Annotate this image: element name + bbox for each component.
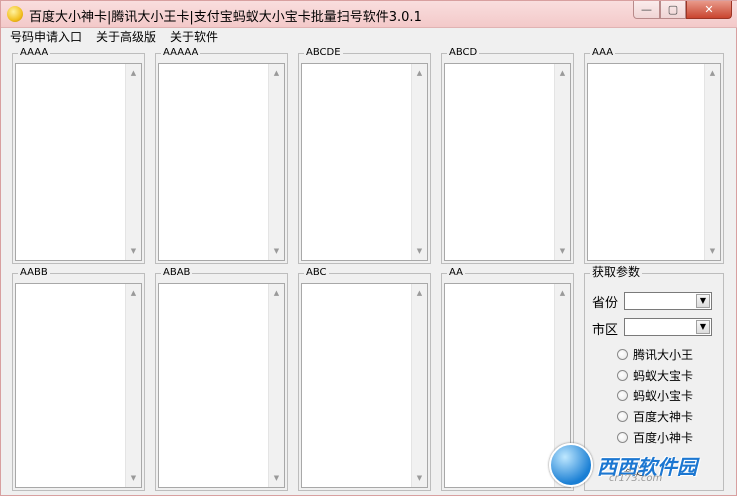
group-abcd: ABCD ▲ ▼ bbox=[441, 47, 574, 264]
watermark-logo-icon bbox=[549, 443, 593, 487]
menu-apply-number[interactable]: 号码申请入口 bbox=[3, 28, 89, 47]
group-label: ABCD bbox=[447, 47, 480, 59]
params-title: 获取参数 bbox=[590, 265, 643, 279]
group-aabb: AABB ▲ ▼ bbox=[12, 267, 145, 491]
group-label: ABAB bbox=[161, 267, 193, 279]
group-label: ABC bbox=[304, 267, 329, 279]
group-aaaa: AAAA ▲ ▼ bbox=[12, 47, 145, 264]
result-listbox[interactable]: ▲ ▼ bbox=[158, 283, 285, 488]
group-label: AAA bbox=[590, 47, 616, 59]
result-listbox[interactable]: ▲ ▼ bbox=[15, 283, 142, 488]
vertical-scrollbar[interactable]: ▲ ▼ bbox=[411, 64, 427, 260]
result-listbox[interactable]: ▲ ▼ bbox=[444, 63, 571, 261]
scroll-up-icon[interactable]: ▲ bbox=[269, 66, 284, 80]
radio-circle-icon[interactable] bbox=[617, 389, 628, 401]
vertical-scrollbar[interactable]: ▲ ▼ bbox=[125, 284, 141, 487]
chevron-down-icon[interactable]: ▼ bbox=[696, 294, 710, 308]
radio-circle-icon[interactable] bbox=[617, 431, 628, 443]
minimize-button[interactable]: — bbox=[633, 1, 660, 19]
window-controls: — ▢ ✕ bbox=[633, 1, 732, 21]
radio-label: 蚂蚁小宝卡 bbox=[633, 388, 694, 403]
radio-ant-small[interactable]: 蚂蚁小宝卡 bbox=[617, 387, 693, 403]
province-label: 省份 bbox=[592, 296, 619, 311]
scroll-down-icon[interactable]: ▼ bbox=[412, 244, 427, 258]
window-title: 百度大小神卡|腾讯大小王卡|支付宝蚂蚁大小宝卡批量扫号软件3.0.1 bbox=[29, 10, 422, 25]
scroll-up-icon[interactable]: ▲ bbox=[126, 286, 141, 300]
city-label: 市区 bbox=[592, 323, 619, 338]
vertical-scrollbar[interactable]: ▲ ▼ bbox=[554, 64, 570, 260]
vertical-scrollbar[interactable]: ▲ ▼ bbox=[125, 64, 141, 260]
close-button[interactable]: ✕ bbox=[686, 1, 732, 19]
radio-ant-big[interactable]: 蚂蚁大宝卡 bbox=[617, 367, 693, 383]
vertical-scrollbar[interactable]: ▲ ▼ bbox=[268, 284, 284, 487]
scroll-up-icon[interactable]: ▲ bbox=[412, 66, 427, 80]
menu-about-software[interactable]: 关于软件 bbox=[163, 28, 225, 47]
group-abcde: ABCDE ▲ ▼ bbox=[298, 47, 431, 264]
group-label: AAAA bbox=[18, 47, 51, 59]
city-select[interactable]: ▼ bbox=[624, 318, 712, 336]
vertical-scrollbar[interactable]: ▲ ▼ bbox=[704, 64, 720, 260]
chevron-down-icon[interactable]: ▼ bbox=[696, 320, 710, 334]
group-label: AABB bbox=[18, 267, 50, 279]
app-window: 百度大小神卡|腾讯大小王卡|支付宝蚂蚁大小宝卡批量扫号软件3.0.1 — ▢ ✕… bbox=[0, 0, 737, 496]
menu-bar: 号码申请入口 关于高级版 关于软件 bbox=[3, 28, 734, 47]
scroll-up-icon[interactable]: ▲ bbox=[705, 66, 720, 80]
scroll-down-icon[interactable]: ▼ bbox=[412, 471, 427, 485]
watermark-url: cr173.com bbox=[609, 473, 663, 484]
watermark: 西西软件园 cr173.com bbox=[549, 443, 719, 487]
radio-circle-icon[interactable] bbox=[617, 410, 628, 422]
scroll-down-icon[interactable]: ▼ bbox=[269, 244, 284, 258]
group-label: AAAAA bbox=[161, 47, 201, 59]
scroll-down-icon[interactable]: ▼ bbox=[705, 244, 720, 258]
maximize-button[interactable]: ▢ bbox=[660, 1, 686, 19]
scroll-up-icon[interactable]: ▲ bbox=[555, 286, 570, 300]
scroll-down-icon[interactable]: ▼ bbox=[126, 244, 141, 258]
result-listbox[interactable]: ▲ ▼ bbox=[15, 63, 142, 261]
radio-label: 蚂蚁大宝卡 bbox=[633, 368, 694, 383]
radio-circle-icon[interactable] bbox=[617, 348, 628, 360]
scroll-up-icon[interactable]: ▲ bbox=[269, 286, 284, 300]
group-aaa: AAA ▲ ▼ bbox=[584, 47, 724, 264]
result-listbox[interactable]: ▲ ▼ bbox=[301, 63, 428, 261]
radio-baidu-big[interactable]: 百度大神卡 bbox=[617, 408, 693, 424]
radio-label: 百度大神卡 bbox=[633, 409, 694, 424]
app-icon bbox=[7, 6, 23, 22]
group-label: AA bbox=[447, 267, 465, 279]
result-listbox[interactable]: ▲ ▼ bbox=[587, 63, 721, 261]
group-aaaaa: AAAAA ▲ ▼ bbox=[155, 47, 288, 264]
radio-circle-icon[interactable] bbox=[617, 369, 628, 381]
menu-about-premium[interactable]: 关于高级版 bbox=[89, 28, 163, 47]
province-select[interactable]: ▼ bbox=[624, 292, 712, 310]
result-listbox[interactable]: ▲ ▼ bbox=[301, 283, 428, 488]
scroll-down-icon[interactable]: ▼ bbox=[269, 471, 284, 485]
vertical-scrollbar[interactable]: ▲ ▼ bbox=[268, 64, 284, 260]
scroll-up-icon[interactable]: ▲ bbox=[412, 286, 427, 300]
scroll-down-icon[interactable]: ▼ bbox=[126, 471, 141, 485]
scroll-up-icon[interactable]: ▲ bbox=[126, 66, 141, 80]
title-bar[interactable]: 百度大小神卡|腾讯大小王卡|支付宝蚂蚁大小宝卡批量扫号软件3.0.1 — ▢ ✕ bbox=[1, 1, 737, 28]
scroll-up-icon[interactable]: ▲ bbox=[555, 66, 570, 80]
group-abc: ABC ▲ ▼ bbox=[298, 267, 431, 491]
result-listbox[interactable]: ▲ ▼ bbox=[158, 63, 285, 261]
scroll-down-icon[interactable]: ▼ bbox=[555, 244, 570, 258]
vertical-scrollbar[interactable]: ▲ ▼ bbox=[411, 284, 427, 487]
radio-tencent-king[interactable]: 腾讯大小王 bbox=[617, 346, 693, 362]
group-abab: ABAB ▲ ▼ bbox=[155, 267, 288, 491]
group-label: ABCDE bbox=[304, 47, 343, 59]
radio-label: 腾讯大小王 bbox=[633, 347, 694, 362]
